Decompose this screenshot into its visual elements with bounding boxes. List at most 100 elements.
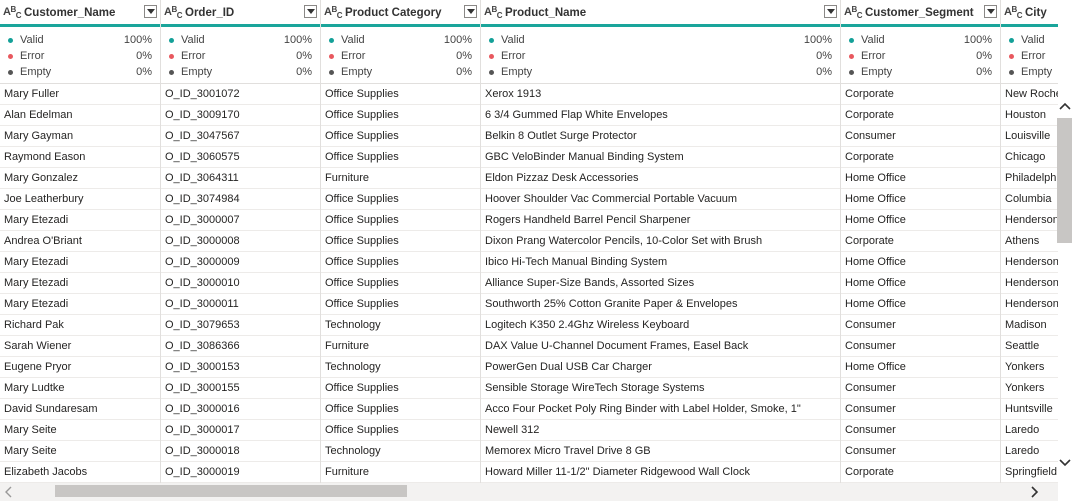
table-cell[interactable]: Madison	[1001, 315, 1058, 336]
table-cell[interactable]: O_ID_3047567	[161, 126, 320, 147]
table-cell[interactable]: O_ID_3000155	[161, 378, 320, 399]
table-cell[interactable]: PowerGen Dual USB Car Charger	[481, 357, 840, 378]
table-cell[interactable]: Consumer	[841, 441, 1000, 462]
table-cell[interactable]: Rogers Handheld Barrel Pencil Sharpener	[481, 210, 840, 231]
table-cell[interactable]: Yonkers	[1001, 378, 1058, 399]
table-cell[interactable]: Memorex Micro Travel Drive 8 GB	[481, 441, 840, 462]
table-cell[interactable]: Belkin 8 Outlet Surge Protector	[481, 126, 840, 147]
text-type-icon[interactable]: ABC	[164, 5, 184, 20]
table-cell[interactable]: Home Office	[841, 210, 1000, 231]
table-cell[interactable]: O_ID_3000017	[161, 420, 320, 441]
table-cell[interactable]: O_ID_3000019	[161, 462, 320, 483]
table-cell[interactable]: Technology	[321, 357, 480, 378]
table-cell[interactable]: Mary Etezadi	[0, 294, 160, 315]
table-cell[interactable]: Laredo	[1001, 441, 1058, 462]
table-cell[interactable]: Mary Seite	[0, 441, 160, 462]
table-cell[interactable]: Alan Edelman	[0, 105, 160, 126]
table-cell[interactable]: O_ID_3000007	[161, 210, 320, 231]
table-cell[interactable]: Howard Miller 11-1/2" Diameter Ridgewood…	[481, 462, 840, 483]
table-cell[interactable]: Furniture	[321, 462, 480, 483]
table-cell[interactable]: Henderson	[1001, 210, 1058, 231]
table-cell[interactable]: Furniture	[321, 168, 480, 189]
table-cell[interactable]: Chicago	[1001, 147, 1058, 168]
table-cell[interactable]: O_ID_3009170	[161, 105, 320, 126]
table-cell[interactable]: Office Supplies	[321, 189, 480, 210]
table-cell[interactable]: Home Office	[841, 273, 1000, 294]
table-cell[interactable]: Houston	[1001, 105, 1058, 126]
table-cell[interactable]: Consumer	[841, 315, 1000, 336]
table-cell[interactable]: Office Supplies	[321, 126, 480, 147]
table-cell[interactable]: O_ID_3000011	[161, 294, 320, 315]
table-cell[interactable]: Alliance Super-Size Bands, Assorted Size…	[481, 273, 840, 294]
scroll-down-icon[interactable]	[1058, 455, 1072, 469]
column-header[interactable]: ABC Product_Name	[481, 0, 840, 27]
table-cell[interactable]: Southworth 25% Cotton Granite Paper & En…	[481, 294, 840, 315]
table-cell[interactable]: Newell 312	[481, 420, 840, 441]
table-cell[interactable]: Home Office	[841, 357, 1000, 378]
table-cell[interactable]: Andrea O'Briant	[0, 231, 160, 252]
table-cell[interactable]: Raymond Eason	[0, 147, 160, 168]
table-cell[interactable]: DAX Value U-Channel Document Frames, Eas…	[481, 336, 840, 357]
table-cell[interactable]: Seattle	[1001, 336, 1058, 357]
table-cell[interactable]: Home Office	[841, 252, 1000, 273]
table-cell[interactable]: Mary Fuller	[0, 84, 160, 105]
text-type-icon[interactable]: ABC	[844, 5, 864, 20]
column-header[interactable]: ABC Product Category	[321, 0, 480, 27]
table-cell[interactable]: Office Supplies	[321, 378, 480, 399]
table-cell[interactable]: Hoover Shoulder Vac Commercial Portable …	[481, 189, 840, 210]
table-cell[interactable]: O_ID_3000016	[161, 399, 320, 420]
table-cell[interactable]: Henderson	[1001, 294, 1058, 315]
table-cell[interactable]: O_ID_3060575	[161, 147, 320, 168]
column-filter-dropdown[interactable]	[984, 5, 997, 18]
table-cell[interactable]: Xerox 1913	[481, 84, 840, 105]
table-cell[interactable]: David Sundaresam	[0, 399, 160, 420]
table-cell[interactable]: Furniture	[321, 336, 480, 357]
table-cell[interactable]: Henderson	[1001, 252, 1058, 273]
column-header[interactable]: ABC Customer_Name	[0, 0, 160, 27]
column-header[interactable]: ABC Order_ID	[161, 0, 320, 27]
text-type-icon[interactable]: ABC	[3, 5, 23, 20]
table-cell[interactable]: Mary Etezadi	[0, 252, 160, 273]
table-cell[interactable]: Office Supplies	[321, 105, 480, 126]
table-cell[interactable]: Logitech K350 2.4Ghz Wireless Keyboard	[481, 315, 840, 336]
table-cell[interactable]: Mary Gayman	[0, 126, 160, 147]
table-cell[interactable]: Office Supplies	[321, 273, 480, 294]
table-cell[interactable]: O_ID_3074984	[161, 189, 320, 210]
table-cell[interactable]: Technology	[321, 315, 480, 336]
table-cell[interactable]: Springfield	[1001, 462, 1058, 483]
scroll-left-icon[interactable]	[2, 485, 16, 499]
table-cell[interactable]: Joe Leatherbury	[0, 189, 160, 210]
table-cell[interactable]: Mary Ludtke	[0, 378, 160, 399]
table-cell[interactable]: Acco Four Pocket Poly Ring Binder with L…	[481, 399, 840, 420]
table-cell[interactable]: Corporate	[841, 231, 1000, 252]
column-filter-dropdown[interactable]	[824, 5, 837, 18]
table-cell[interactable]: Mary Gonzalez	[0, 168, 160, 189]
column-filter-dropdown[interactable]	[464, 5, 477, 18]
table-cell[interactable]: Mary Seite	[0, 420, 160, 441]
table-cell[interactable]: Consumer	[841, 399, 1000, 420]
table-cell[interactable]: Dixon Prang Watercolor Pencils, 10-Color…	[481, 231, 840, 252]
column-filter-dropdown[interactable]	[304, 5, 317, 18]
table-cell[interactable]: Technology	[321, 441, 480, 462]
table-cell[interactable]: Office Supplies	[321, 399, 480, 420]
table-cell[interactable]: O_ID_3001072	[161, 84, 320, 105]
table-cell[interactable]: Richard Pak	[0, 315, 160, 336]
scroll-right-icon[interactable]	[1027, 485, 1041, 499]
table-cell[interactable]: Consumer	[841, 420, 1000, 441]
table-cell[interactable]: Elizabeth Jacobs	[0, 462, 160, 483]
table-cell[interactable]: Consumer	[841, 378, 1000, 399]
table-cell[interactable]: Office Supplies	[321, 252, 480, 273]
table-cell[interactable]: 6 3/4 Gummed Flap White Envelopes	[481, 105, 840, 126]
column-header[interactable]: ABC Customer_Segment	[841, 0, 1000, 27]
table-cell[interactable]: Ibico Hi-Tech Manual Binding System	[481, 252, 840, 273]
table-cell[interactable]: Sensible Storage WireTech Storage System…	[481, 378, 840, 399]
table-cell[interactable]: Office Supplies	[321, 84, 480, 105]
table-cell[interactable]: Office Supplies	[321, 231, 480, 252]
table-cell[interactable]: Mary Etezadi	[0, 210, 160, 231]
table-cell[interactable]: Mary Etezadi	[0, 273, 160, 294]
vertical-scroll-thumb[interactable]	[1057, 118, 1072, 243]
table-cell[interactable]: Office Supplies	[321, 210, 480, 231]
table-cell[interactable]: O_ID_3079653	[161, 315, 320, 336]
table-cell[interactable]: O_ID_3000010	[161, 273, 320, 294]
table-cell[interactable]: Office Supplies	[321, 147, 480, 168]
